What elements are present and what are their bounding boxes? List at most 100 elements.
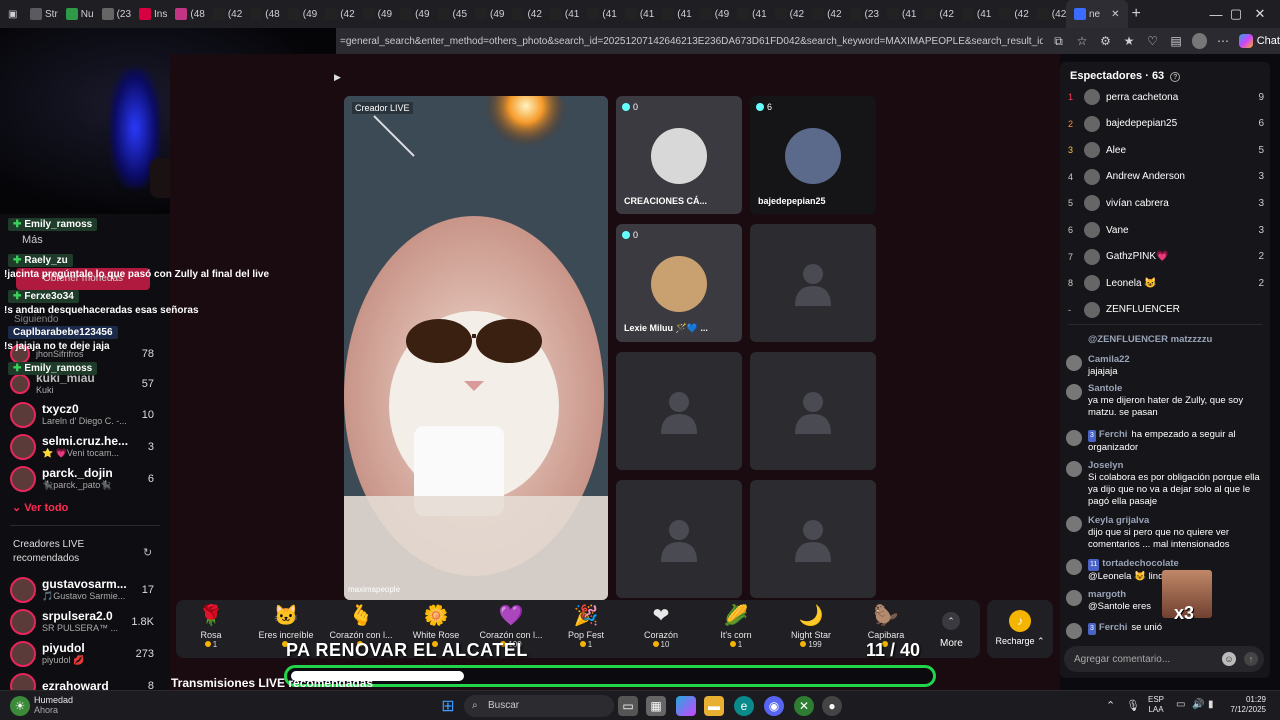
avatar[interactable] <box>1066 461 1082 477</box>
gift-item[interactable]: 🌙 Night Star 199 <box>774 604 848 649</box>
browser-tab[interactable]: (48 <box>246 0 283 28</box>
refresh-icon[interactable]: ↻ <box>143 546 152 559</box>
recharge-button[interactable]: ♪ Recharge ⌃ <box>987 600 1053 658</box>
viewer-row[interactable]: 5 vivían cabrera 3 <box>1068 192 1264 214</box>
chat-username[interactable]: Ferchi <box>1099 429 1128 440</box>
empty-seat-tile[interactable] <box>616 480 742 598</box>
viewer-row[interactable]: 1 perra cachetona 9 <box>1068 86 1264 108</box>
profile-avatar[interactable] <box>1191 33 1208 49</box>
following-item[interactable]: kuki_miau Kuki 57 <box>10 372 162 396</box>
info-icon[interactable]: ? <box>1170 72 1181 82</box>
browser-tab[interactable]: (41 <box>583 0 620 28</box>
obs-icon[interactable]: ● <box>822 696 842 716</box>
close-window-button[interactable]: ✕ <box>1240 0 1280 28</box>
tray-chevron-icon[interactable]: ⌃ <box>1106 699 1115 712</box>
browser-tab[interactable]: (41 <box>733 0 770 28</box>
open-in-app-icon[interactable]: ⧉ <box>1051 33 1066 49</box>
comment-input[interactable] <box>1074 651 1214 667</box>
language-indicator[interactable]: ESP LAA <box>1148 695 1164 715</box>
following-item[interactable]: txycz0 Lareln d' Diego C. -... 10 <box>10 402 162 428</box>
empty-seat-tile[interactable] <box>750 224 876 342</box>
more-gifts-button[interactable]: More <box>940 638 963 649</box>
emoji-icon[interactable]: ☺ <box>1222 652 1236 666</box>
collections-icon[interactable]: ▤ <box>1168 33 1183 49</box>
discord-icon[interactable]: ◉ <box>764 696 784 716</box>
guest-tile[interactable]: 0 Lexie Miluu 🪄💙 ... <box>616 224 742 342</box>
chat-username[interactable]: @ZENFLUENCER matzzzzu <box>1088 334 1212 345</box>
chat-username[interactable]: Camila22 <box>1088 354 1130 365</box>
avatar[interactable] <box>1066 559 1082 575</box>
clock[interactable]: 01:29 7/12/2025 <box>1226 695 1266 715</box>
chevron-up-icon[interactable]: ⌃ <box>942 612 960 630</box>
browser-tab[interactable]: (41 <box>883 0 920 28</box>
browser-tab[interactable]: (42 <box>771 0 808 28</box>
store-icon[interactable]: ▦ <box>646 696 666 716</box>
weather-icon[interactable]: ☀ <box>10 696 30 716</box>
taskbar-search[interactable]: ⌕ Buscar <box>464 695 614 717</box>
browser-tab[interactable]: (41 <box>546 0 583 28</box>
avatar[interactable] <box>1066 623 1082 639</box>
viewer-row[interactable]: 2 bajedepepian25 6 <box>1068 113 1264 135</box>
avatar[interactable] <box>1066 590 1082 606</box>
viewer-row[interactable]: 4 Andrew Anderson 3 <box>1068 166 1264 188</box>
browser-tab[interactable]: (42 <box>1033 0 1066 28</box>
browser-tab[interactable]: (42 <box>995 0 1032 28</box>
recommended-item[interactable]: piyudol piyudol 💋 273 <box>10 641 162 667</box>
send-icon[interactable]: ↑ <box>1244 652 1258 666</box>
viewer-row[interactable]: 6 Vane 3 <box>1068 219 1264 241</box>
browser-tab[interactable]: (49 <box>284 0 321 28</box>
microphone-icon[interactable]: 🎙 <box>1126 699 1140 712</box>
browser-tab[interactable]: (41 <box>958 0 995 28</box>
browser-tab[interactable]: (23 <box>846 0 883 28</box>
see-all-link[interactable]: ⌄ Ver todo <box>12 501 68 514</box>
browser-tab[interactable]: (41 <box>658 0 695 28</box>
browser-essentials-icon[interactable]: ♡ <box>1145 33 1160 49</box>
more-link[interactable]: Más <box>22 234 43 246</box>
viewer-row[interactable]: - ZENFLUENCER <box>1068 299 1264 321</box>
viewer-row[interactable]: 7 GathzPINK💗 2 <box>1068 246 1264 268</box>
guest-tile[interactable]: 6 bajedepepian25 <box>750 96 876 214</box>
edge-browser-icon[interactable]: e <box>734 696 754 716</box>
browser-tab[interactable]: (49 <box>396 0 433 28</box>
avatar[interactable] <box>1066 516 1082 532</box>
expand-sidebar-icon[interactable]: ▶ <box>334 72 341 83</box>
more-menu-icon[interactable]: ⋯ <box>1215 33 1230 49</box>
file-explorer-icon[interactable]: ▬ <box>704 696 724 716</box>
volume-icon[interactable]: 🔊 <box>1192 699 1204 710</box>
tab-actions-icon[interactable]: ▣ <box>4 0 26 28</box>
browser-tab[interactable]: Nu <box>62 0 98 28</box>
browser-tab[interactable]: (49 <box>471 0 508 28</box>
gift-item[interactable]: ❤ Corazón 10 <box>624 604 698 649</box>
guest-tile[interactable]: 0 CREACIONES CÁ... <box>616 96 742 214</box>
viewer-row[interactable]: 8 Leonela 😺 2 <box>1068 272 1264 294</box>
browser-tab[interactable]: (42 <box>508 0 545 28</box>
browser-tab[interactable]: (48 <box>171 0 208 28</box>
avatar[interactable] <box>1066 384 1082 400</box>
recommended-item[interactable]: srpulsera2.0 SR PULSERA™ ... 1.8K <box>10 609 162 635</box>
new-tab-button[interactable]: + <box>1128 0 1145 28</box>
chat-username[interactable]: Santole <box>1088 383 1122 394</box>
battery-icon[interactable]: ▮ <box>1208 699 1214 710</box>
recommended-item[interactable]: gustavosarm... 🎵Gustavo Sarmie... 17 <box>10 577 162 603</box>
gift-item[interactable]: 🌽 It's corn 1 <box>699 604 773 649</box>
bookmark-star-icon[interactable]: ☆ <box>1074 33 1089 49</box>
chat-username[interactable]: Ferchi <box>1099 622 1128 633</box>
task-view-icon[interactable]: ▭ <box>618 696 638 716</box>
browser-tab[interactable]: (42 <box>209 0 246 28</box>
gift-item[interactable]: 🌹 Rosa 1 <box>174 604 248 649</box>
display-icon[interactable]: ▭ <box>1176 699 1185 710</box>
browser-tab[interactable]: (49 <box>359 0 396 28</box>
browser-tab[interactable]: (42 <box>808 0 845 28</box>
chat-username[interactable]: Keyla grijalva <box>1088 515 1149 526</box>
empty-seat-tile[interactable] <box>750 480 876 598</box>
weather-widget[interactable]: Humedad Ahora <box>34 695 73 715</box>
tab-close-icon[interactable]: ✕ <box>1111 9 1119 20</box>
url-field[interactable]: =general_search&enter_method=others_phot… <box>336 36 1043 47</box>
avatar[interactable] <box>1066 355 1082 371</box>
windows-start-icon[interactable]: ⊞ <box>438 696 458 716</box>
chat-username[interactable]: Joselyn <box>1088 460 1123 471</box>
avatar[interactable] <box>1066 430 1082 446</box>
browser-tab[interactable]: (49 <box>696 0 733 28</box>
tab-active[interactable]: ne ✕ <box>1066 0 1128 28</box>
viewer-row[interactable]: 3 Alee 5 <box>1068 139 1264 161</box>
